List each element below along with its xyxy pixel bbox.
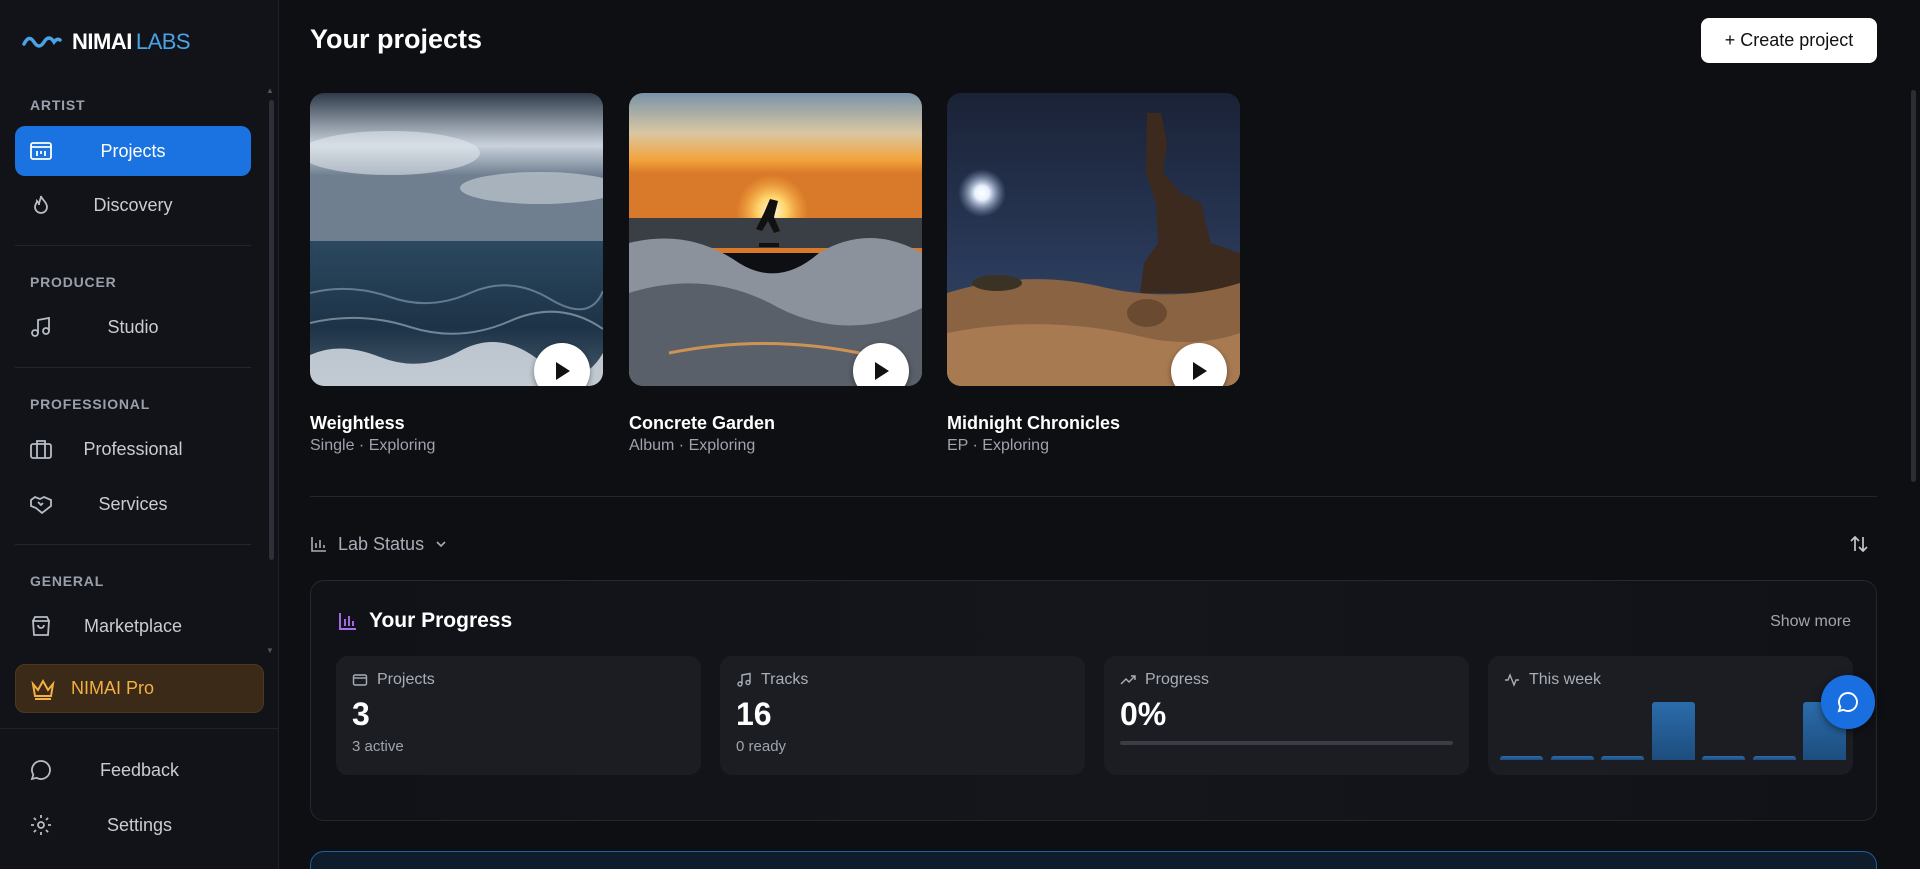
week-activity-bar (1651, 702, 1695, 760)
project-title[interactable]: Midnight Chronicles (947, 413, 1120, 434)
chat-bubble-icon (1837, 692, 1858, 713)
play-icon (1193, 362, 1207, 380)
project-cover-image[interactable] (629, 93, 922, 386)
stat-label: Progress (1145, 671, 1210, 688)
sidebar-item-services[interactable]: Services (15, 479, 251, 529)
page-title: Your projects (310, 24, 483, 54)
section-label-artist: ARTIST (30, 97, 86, 113)
scroll-down-arrow[interactable]: ▼ (266, 646, 274, 655)
week-activity-bar (1702, 756, 1745, 760)
play-icon (556, 362, 570, 380)
project-card[interactable]: Weightless Single · Exploring (310, 93, 603, 454)
desert-night-cover-art (947, 93, 1240, 386)
show-more-link[interactable]: Show more (1770, 613, 1851, 631)
project-subtitle: Album · Exploring (629, 437, 756, 454)
wave-logo-icon (22, 36, 62, 48)
sidebar-item-label: Professional (83, 438, 183, 459)
section-label-producer: PRODUCER (30, 274, 117, 290)
sidebar-item-label: Projects (100, 140, 166, 161)
ocean-cover-art (310, 93, 603, 386)
lab-status-label: Lab Status (338, 533, 425, 554)
sidebar-item-professional[interactable]: Professional (15, 424, 251, 474)
project-title[interactable]: Weightless (310, 413, 405, 434)
nimai-pro-button[interactable]: NIMAI Pro (15, 664, 264, 713)
sidebar-item-feedback[interactable]: Feedback (15, 745, 264, 795)
stat-card-tracks: Tracks 16 0 ready (720, 656, 1085, 775)
project-card[interactable]: Midnight Chronicles EP · Exploring (947, 93, 1240, 454)
section-label-professional: PROFESSIONAL (30, 396, 151, 412)
stat-value: 0% (1120, 696, 1167, 732)
sidebar-item-discovery[interactable]: Discovery (15, 180, 251, 230)
scroll-up-arrow[interactable]: ▲ (266, 86, 274, 95)
stat-note: 0 ready (736, 738, 787, 755)
week-activity-bar (1601, 756, 1644, 760)
lab-status-dropdown[interactable]: Lab Status (310, 532, 448, 556)
brand-logo[interactable]: NIMAI LABS (22, 28, 191, 56)
create-project-button[interactable]: + Create project (1701, 18, 1877, 63)
sidebar-item-label: Studio (107, 316, 159, 337)
bar-chart-icon (311, 537, 326, 552)
play-icon (875, 362, 889, 380)
main-scrollbar-thumb[interactable] (1911, 90, 1916, 482)
brand-name: NIMAI LABS (72, 29, 191, 54)
chat-support-button[interactable] (1821, 675, 1875, 729)
sidebar-divider (15, 367, 251, 368)
trending-up-icon (1120, 675, 1136, 685)
section-divider (310, 496, 1877, 497)
music-note-icon (737, 672, 751, 687)
chevron-down-icon (436, 541, 446, 548)
crown-icon (31, 678, 55, 700)
week-activity-bar (1752, 756, 1796, 760)
project-cover-image[interactable] (947, 93, 1240, 386)
activity-icon (1505, 673, 1519, 687)
sidebar-item-studio[interactable]: Studio (15, 302, 251, 352)
project-subtitle: Single · Exploring (310, 437, 436, 454)
sort-icon[interactable] (1848, 533, 1870, 555)
stat-card-this-week: This week (1488, 656, 1853, 775)
sidebar-item-label: Settings (106, 814, 173, 835)
sidebar-divider (15, 544, 251, 545)
week-activity-bar (1550, 756, 1594, 760)
sidebar: NIMAI LABS ARTIST Projects Discovery PROD… (0, 0, 279, 869)
project-card[interactable]: Concrete Garden Album · Exploring (629, 93, 922, 454)
stat-note: 3 active (352, 738, 404, 755)
sidebar-item-settings[interactable]: Settings (15, 800, 264, 850)
sidebar-item-label: Feedback (99, 759, 180, 780)
progress-bar (1120, 741, 1453, 745)
sidebar-divider (15, 245, 251, 246)
week-activity-bar (1500, 756, 1543, 760)
section-label-general: GENERAL (30, 573, 105, 589)
stat-label: Projects (377, 671, 435, 688)
stat-value: 3 (352, 696, 370, 732)
sidebar-item-marketplace[interactable]: Marketplace (15, 601, 251, 651)
project-cover-image[interactable] (310, 93, 603, 386)
sidebar-item-label: Discovery (93, 194, 173, 215)
sidebar-scrollbar-thumb[interactable] (269, 100, 274, 560)
sidebar-item-projects[interactable]: Projects (15, 126, 251, 176)
project-title[interactable]: Concrete Garden (629, 413, 775, 434)
nimai-pro-label: NIMAI Pro (71, 678, 155, 698)
stat-card-progress: Progress 0% (1104, 656, 1469, 775)
sidebar-divider (0, 728, 279, 729)
folder-icon (352, 674, 368, 686)
progress-panel-title: Your Progress (337, 609, 512, 633)
stat-card-projects: Projects 3 3 active (336, 656, 701, 775)
stat-value: 16 (736, 696, 772, 732)
bar-chart-icon (339, 613, 356, 630)
next-panel-edge (310, 851, 1877, 869)
progress-panel: Your Progress Show more Projects 3 3 act… (310, 580, 1877, 821)
stat-label: Tracks (761, 671, 809, 688)
skatepark-cover-art (629, 93, 922, 386)
stat-label: This week (1529, 671, 1602, 688)
sidebar-item-label: Marketplace (83, 615, 183, 636)
project-subtitle: EP · Exploring (947, 437, 1049, 454)
sidebar-item-label: Services (98, 493, 168, 514)
